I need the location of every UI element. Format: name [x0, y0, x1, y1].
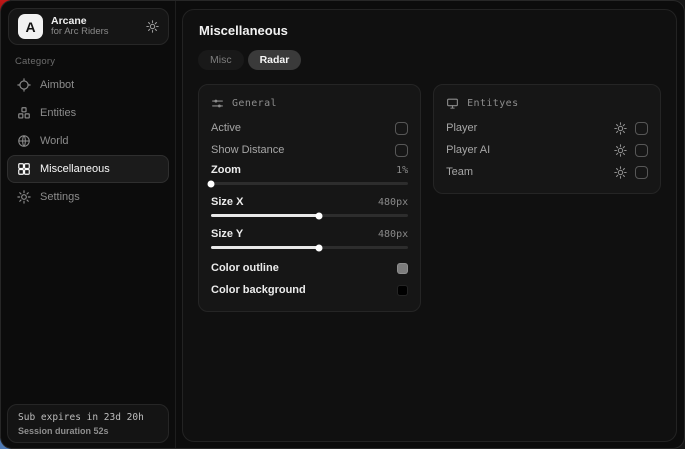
- app-window: A Arcane for Arc Riders Category Aimbot E…: [0, 0, 685, 449]
- entities-icon: [17, 106, 31, 120]
- slider-thumb[interactable]: [316, 244, 323, 251]
- setting-row-show-distance: Show Distance: [211, 139, 408, 161]
- setting-row-size-y: Size Y 480px: [211, 225, 408, 257]
- general-card-rows: ActiveShow DistanceZoom1%Size X480pxSize…: [211, 117, 408, 301]
- category-label: Category: [15, 56, 55, 67]
- setting-label: Color outline: [211, 262, 279, 274]
- checkbox-active[interactable]: [395, 122, 408, 135]
- grid-icon: [17, 162, 31, 176]
- general-card: General Active Show Distance Zoom 1% Size X 4…: [198, 84, 421, 312]
- entity-label: Player: [446, 122, 477, 134]
- entity-row-player-ai: Player AI: [446, 139, 648, 161]
- entities-card-title: Entityes: [467, 98, 518, 109]
- entity-label: Team: [446, 166, 473, 178]
- color-swatch-color-outline[interactable]: [397, 263, 408, 274]
- slider-thumb[interactable]: [208, 180, 215, 187]
- session-duration-text: Session duration 52s: [18, 426, 158, 436]
- sidebar-item-settings[interactable]: Settings: [7, 183, 169, 211]
- globe-icon: [17, 134, 31, 148]
- sidebar-item-label: Entities: [40, 107, 76, 119]
- entities-card: Entityes Player Player AI Team: [433, 84, 661, 194]
- setting-label: Color background: [211, 284, 306, 296]
- sidebar-item-label: Miscellaneous: [40, 163, 110, 175]
- entities-card-rows: Player Player AI Team: [446, 117, 648, 183]
- sidebar-item-world[interactable]: World: [7, 127, 169, 155]
- sidebar-item-entities[interactable]: Entities: [7, 99, 169, 127]
- gear-icon: [17, 190, 31, 204]
- gear-icon[interactable]: [614, 122, 627, 135]
- checkbox-player[interactable]: [635, 122, 648, 135]
- general-card-title: General: [232, 98, 277, 109]
- entity-row-team: Team: [446, 161, 648, 183]
- sidebar: A Arcane for Arc Riders Category Aimbot E…: [1, 1, 176, 448]
- sidebar-item-label: Aimbot: [40, 79, 74, 91]
- page-title: Miscellaneous: [199, 23, 661, 38]
- setting-row-active: Active: [211, 117, 408, 139]
- setting-row-size-x: Size X 480px: [211, 193, 408, 225]
- setting-row-color-outline: Color outline: [211, 257, 408, 279]
- sidebar-item-label: Settings: [40, 191, 80, 203]
- tab-misc[interactable]: Misc: [198, 50, 244, 70]
- monitor-icon: [446, 97, 459, 110]
- slider-track[interactable]: [211, 214, 408, 217]
- sidebar-item-aimbot[interactable]: Aimbot: [7, 71, 169, 99]
- checkbox-team[interactable]: [635, 166, 648, 179]
- setting-label: Size X: [211, 196, 243, 208]
- settings-gear-icon[interactable]: [146, 20, 159, 33]
- entity-label: Player AI: [446, 144, 490, 156]
- slider-thumb[interactable]: [316, 212, 323, 219]
- gear-icon[interactable]: [614, 166, 627, 179]
- gear-icon[interactable]: [614, 144, 627, 157]
- app-logo: A: [18, 14, 43, 39]
- app-header-card: A Arcane for Arc Riders: [8, 8, 169, 45]
- setting-row-zoom: Zoom 1%: [211, 161, 408, 193]
- tab-bar: MiscRadar: [198, 50, 661, 70]
- subscription-info-card: Sub expires in 23d 20h Session duration …: [7, 404, 169, 443]
- setting-label: Active: [211, 122, 241, 134]
- sidebar-nav: Aimbot Entities World Miscellaneous Settings: [7, 71, 169, 211]
- tab-radar[interactable]: Radar: [248, 50, 302, 70]
- setting-value: 1%: [396, 165, 408, 176]
- setting-label: Zoom: [211, 164, 241, 176]
- sidebar-item-miscellaneous[interactable]: Miscellaneous: [7, 155, 169, 183]
- setting-label: Show Distance: [211, 144, 284, 156]
- slider-track[interactable]: [211, 182, 408, 185]
- crosshair-icon: [17, 78, 31, 92]
- setting-label: Size Y: [211, 228, 243, 240]
- sliders-icon: [211, 97, 224, 110]
- checkbox-show-distance[interactable]: [395, 144, 408, 157]
- entity-row-player: Player: [446, 117, 648, 139]
- sidebar-item-label: World: [40, 135, 69, 147]
- slider-track[interactable]: [211, 246, 408, 249]
- setting-row-color-background: Color background: [211, 279, 408, 301]
- color-swatch-color-background[interactable]: [397, 285, 408, 296]
- app-subtitle: for Arc Riders: [51, 27, 109, 38]
- setting-value: 480px: [378, 229, 408, 240]
- main-panel: Miscellaneous MiscRadar General Active Sh…: [182, 9, 677, 442]
- checkbox-player-ai[interactable]: [635, 144, 648, 157]
- sub-expires-text: Sub expires in 23d 20h: [18, 412, 158, 423]
- setting-value: 480px: [378, 197, 408, 208]
